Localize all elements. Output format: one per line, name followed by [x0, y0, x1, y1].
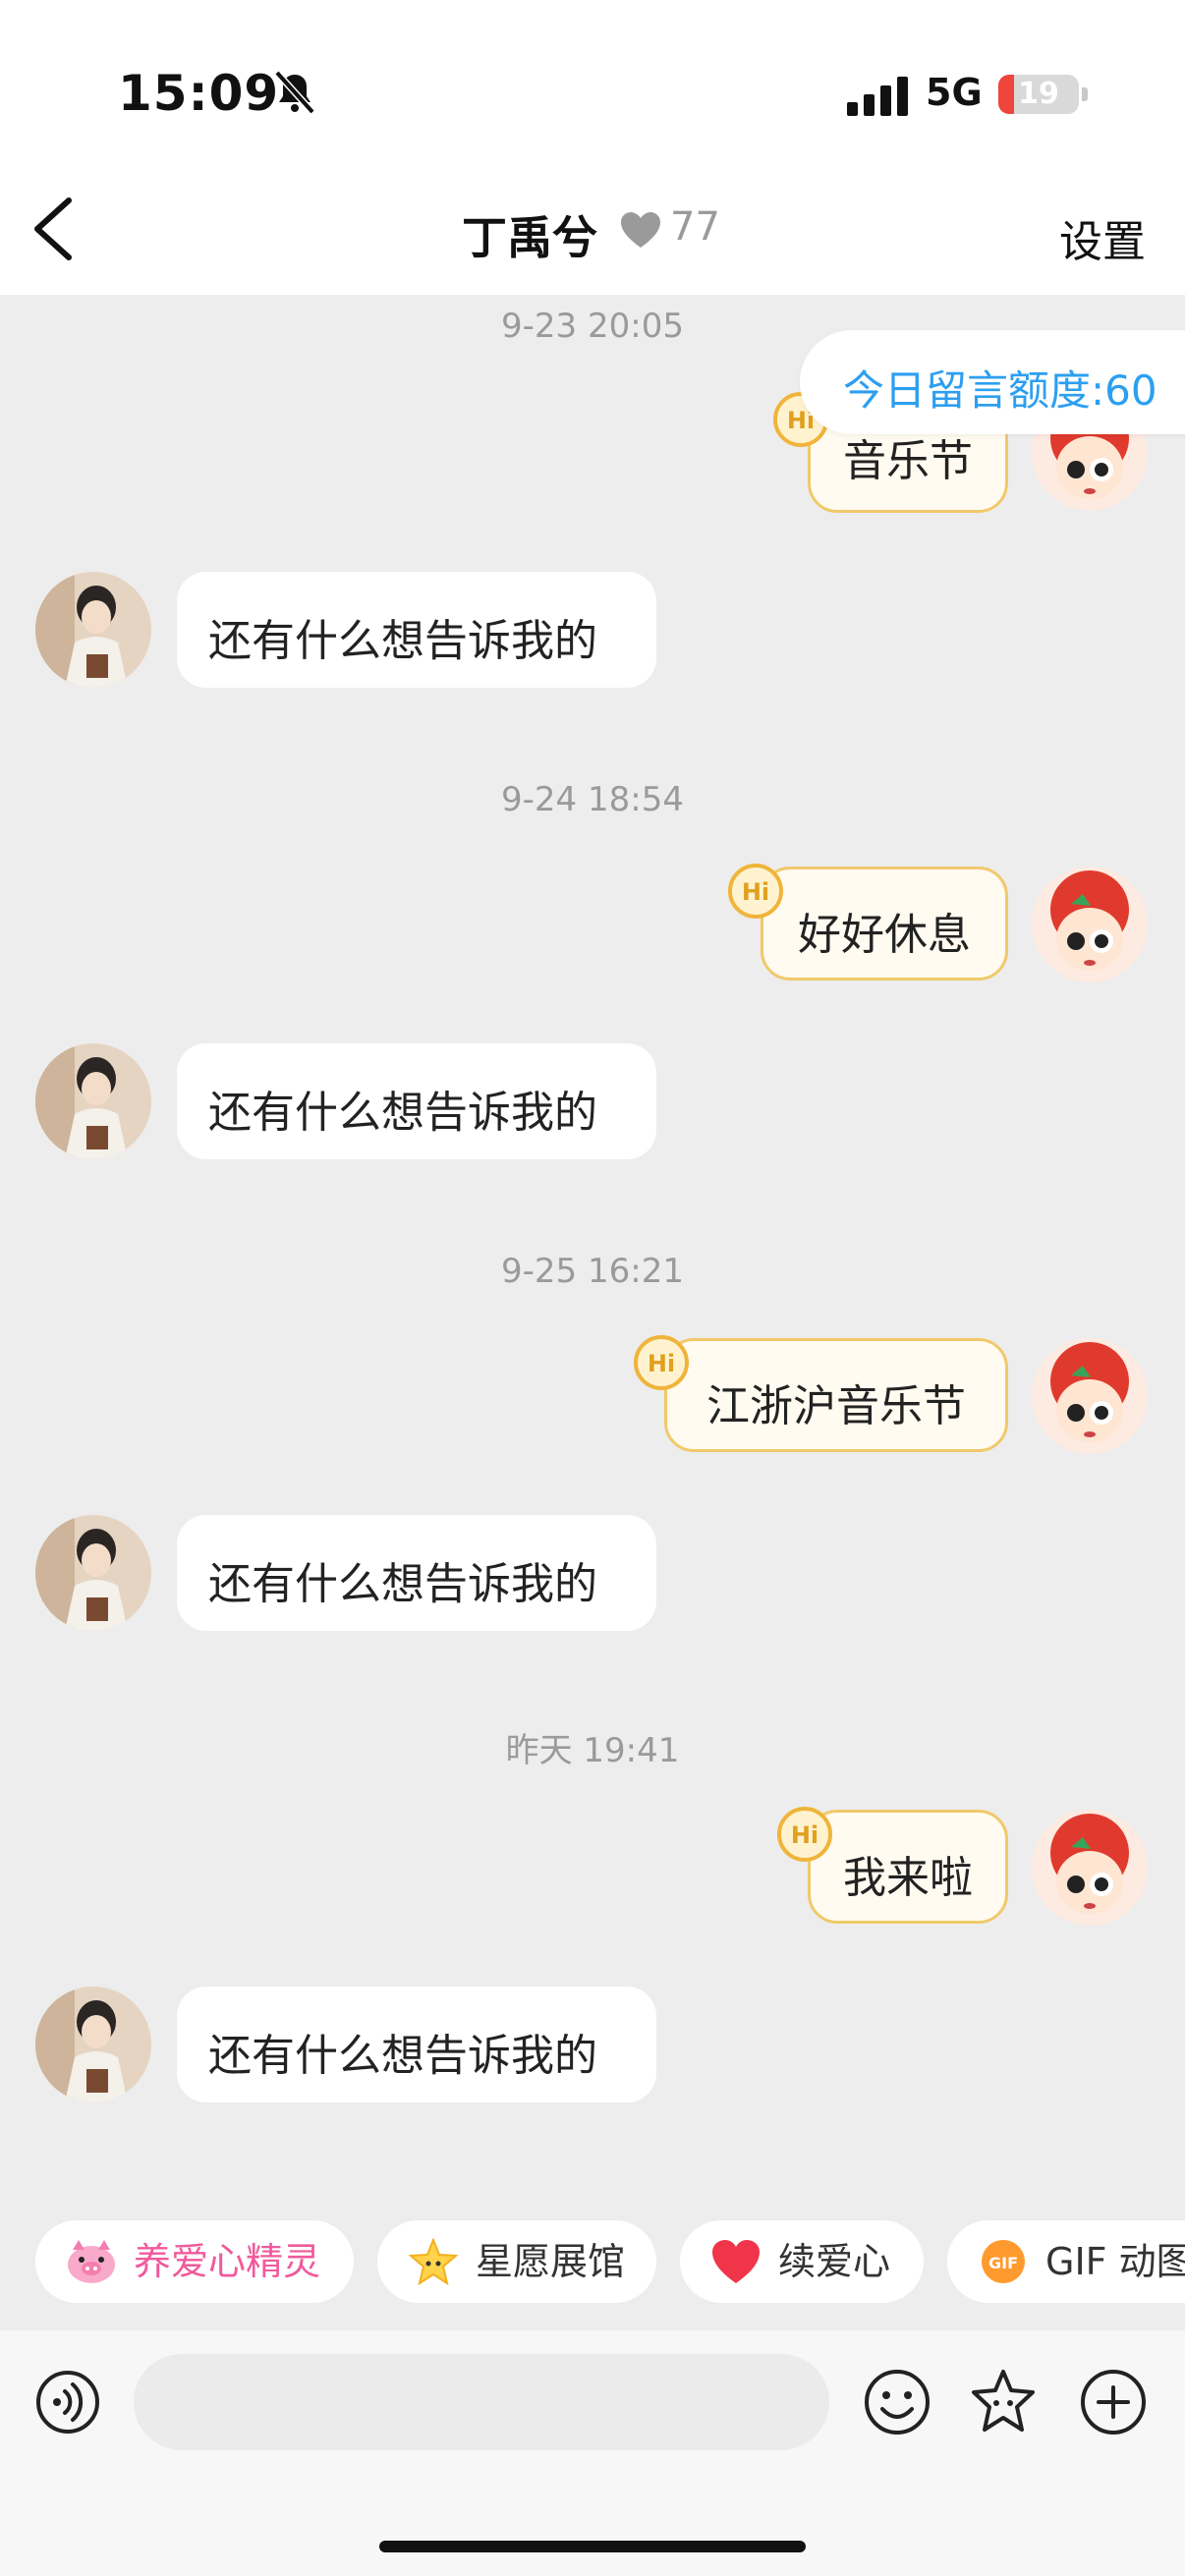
- received-message: 还有什么想告诉我的: [177, 572, 656, 688]
- sent-message-text: 江浙沪音乐节: [706, 1381, 966, 1431]
- chip-gif[interactable]: GIF GIF 动图: [947, 2220, 1185, 2303]
- gif-badge-text: GIF: [988, 2254, 1018, 2272]
- gray-heart-icon: [621, 212, 660, 248]
- timestamp: 9-24 18:54: [501, 780, 684, 819]
- plus-button[interactable]: [1079, 2368, 1148, 2436]
- chat-title: 丁禹兮: [462, 211, 597, 264]
- received-message: 还有什么想告诉我的: [177, 1043, 656, 1159]
- chip-label: 养爱心精灵: [134, 2240, 321, 2283]
- hi-badge-icon: Hi: [777, 1807, 832, 1862]
- voice-button[interactable]: [35, 2370, 100, 2435]
- back-button[interactable]: [26, 195, 85, 263]
- message-input[interactable]: [134, 2354, 829, 2450]
- received-message-text: 还有什么想告诉我的: [208, 616, 597, 666]
- received-message: 还有什么想告诉我的: [177, 1515, 656, 1631]
- received-message-text: 还有什么想告诉我的: [208, 1088, 597, 1138]
- sent-message-text: 我来啦: [843, 1853, 973, 1903]
- sent-message: 好好休息: [761, 867, 1008, 980]
- message-quota-banner[interactable]: 今日留言额度:60: [800, 330, 1185, 434]
- chip-love-sprite[interactable]: 养爱心精灵: [35, 2220, 354, 2303]
- gif-icon: GIF: [982, 2240, 1025, 2283]
- battery-indicator: 19: [998, 75, 1079, 114]
- emoji-button[interactable]: [863, 2368, 931, 2436]
- sent-message-text: 好好休息: [798, 910, 971, 960]
- chip-renew-heart[interactable]: 续爱心: [680, 2220, 924, 2303]
- bell-muted-icon: [274, 70, 315, 115]
- chip-star-hall[interactable]: 星愿展馆: [377, 2220, 656, 2303]
- star-icon: [408, 2238, 459, 2285]
- hi-badge-text: Hi: [742, 878, 769, 906]
- chip-label: 续爱心: [778, 2240, 891, 2283]
- intimacy-count: 77: [670, 204, 720, 250]
- contact-avatar[interactable]: [35, 1043, 151, 1159]
- chip-label: GIF 动图: [1045, 2240, 1185, 2283]
- top-area: 15:09 5G 19 丁禹兮 77 设置: [0, 0, 1185, 295]
- hi-badge-text: Hi: [648, 1350, 675, 1377]
- home-indicator: [379, 2541, 806, 2552]
- hi-badge-icon: Hi: [634, 1335, 689, 1390]
- settings-button[interactable]: 设置: [1059, 206, 1146, 269]
- input-bar: [0, 2330, 1185, 2576]
- sticker-star-button[interactable]: [967, 2366, 1040, 2438]
- battery-level: 19: [1018, 77, 1059, 111]
- sent-message: 江浙沪音乐节: [664, 1338, 1008, 1452]
- user-avatar[interactable]: [1032, 1338, 1148, 1454]
- received-message-text: 还有什么想告诉我的: [208, 1559, 597, 1609]
- hi-badge-icon: Hi: [728, 864, 783, 919]
- status-time: 15:09: [118, 65, 280, 122]
- sent-message: 我来啦: [808, 1810, 1008, 1924]
- pig-sprite-icon: [68, 2240, 115, 2283]
- user-avatar[interactable]: [1032, 867, 1148, 982]
- network-label: 5G: [926, 71, 983, 114]
- hi-badge-text: Hi: [791, 1821, 818, 1849]
- user-avatar[interactable]: [1032, 1810, 1148, 1926]
- battery-tip: [1082, 87, 1088, 101]
- contact-avatar[interactable]: [35, 1515, 151, 1631]
- chip-label: 星愿展馆: [476, 2240, 626, 2283]
- contact-avatar[interactable]: [35, 572, 151, 688]
- timestamp: 昨天 19:41: [505, 1731, 680, 1770]
- received-message: 还有什么想告诉我的: [177, 1987, 656, 2102]
- received-message-text: 还有什么想告诉我的: [208, 2031, 597, 2081]
- timestamp: 9-25 16:21: [501, 1252, 684, 1291]
- sent-message-text: 音乐节: [843, 436, 973, 486]
- contact-avatar[interactable]: [35, 1987, 151, 2102]
- signal-icon: [847, 77, 908, 116]
- quota-text: 今日留言额度:60: [843, 366, 1157, 415]
- heart-icon: [712, 2240, 760, 2283]
